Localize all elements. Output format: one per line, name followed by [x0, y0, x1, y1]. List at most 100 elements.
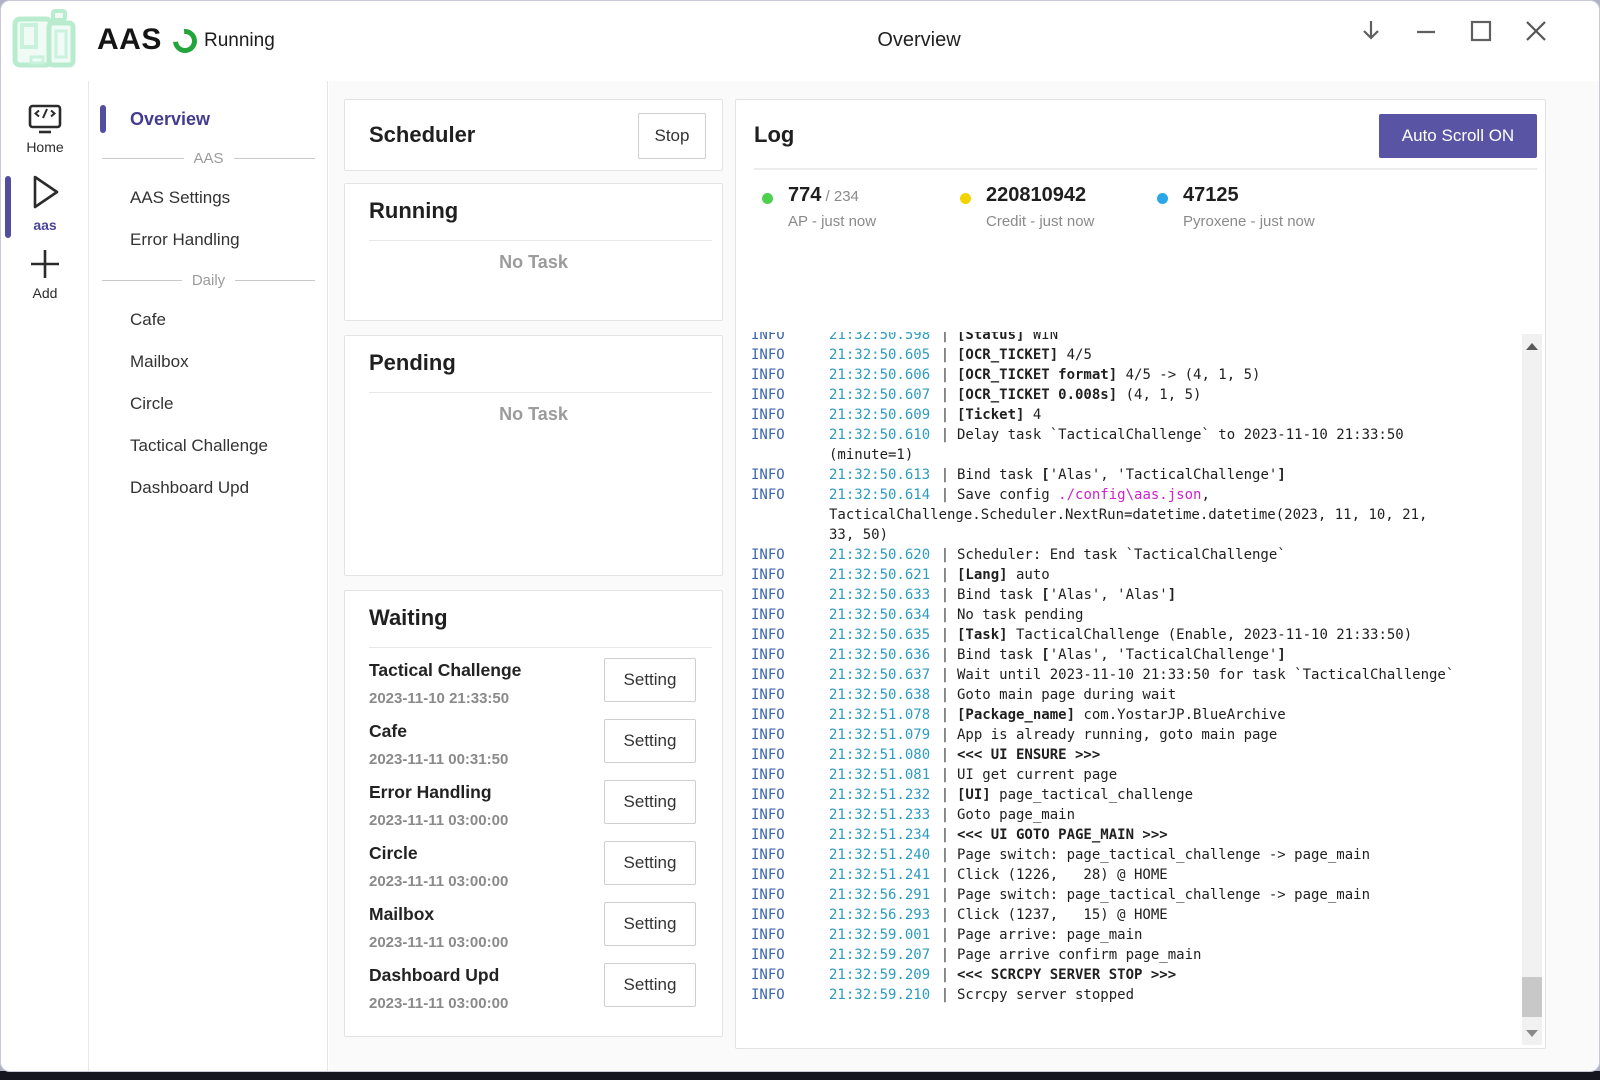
divider — [754, 168, 1537, 170]
log-line: INFO21:32:50.607|[OCR_TICKET 0.008s] (4,… — [751, 385, 1510, 405]
log-line: 33, 50) — [751, 525, 1510, 545]
waiting-task-row-mailbox: Mailbox2023-11-11 03:00:00Setting — [369, 904, 696, 960]
waiting-card: Waiting Tactical Challenge2023-11-10 21:… — [344, 590, 723, 1037]
log-line: INFO21:32:51.079|App is already running,… — [751, 725, 1510, 745]
log-line: INFO21:32:50.606|[OCR_TICKET format] 4/5… — [751, 365, 1510, 385]
running-empty-text: No Task — [345, 252, 722, 273]
log-stat-ap: 774 / 234AP - just now — [762, 184, 958, 230]
stat-dot-icon — [762, 193, 773, 204]
log-line: TacticalChallenge.Scheduler.NextRun=date… — [751, 505, 1510, 525]
log-line: INFO21:32:51.081|UI get current page — [751, 765, 1510, 785]
log-line: INFO21:32:50.635|[Task] TacticalChalleng… — [751, 625, 1510, 645]
rail-label-home: Home — [1, 139, 89, 155]
play-icon — [25, 171, 65, 213]
log-line: INFO21:32:51.241|Click (1226, 28) @ HOME — [751, 865, 1510, 885]
content-area: Scheduler Stop Running No Task Pending N… — [329, 81, 1599, 1071]
plus-icon — [28, 247, 62, 281]
rail-item-home[interactable]: Home — [1, 103, 89, 155]
stat-value: 47125 — [1183, 184, 1239, 206]
nav-item-mailbox[interactable]: Mailbox — [90, 341, 327, 383]
log-line: INFO21:32:59.001|Page arrive: page_main — [751, 925, 1510, 945]
log-card: Log Auto Scroll ON 774 / 234AP - just no… — [735, 99, 1546, 1049]
app-name: AAS — [97, 23, 162, 57]
nav-item-error-handling[interactable]: Error Handling — [90, 219, 327, 261]
waiting-task-row-dashboard-upd: Dashboard Upd2023-11-11 03:00:00Setting — [369, 965, 696, 1021]
log-line: INFO21:32:50.636|Bind task ['Alas', 'Tac… — [751, 645, 1510, 665]
setting-button-tactical-challenge[interactable]: Setting — [604, 658, 696, 702]
nav-section-daily: Daily — [90, 261, 327, 299]
setting-button-cafe[interactable]: Setting — [604, 719, 696, 763]
setting-button-dashboard-upd[interactable]: Setting — [604, 963, 696, 1007]
nav-item-overview[interactable]: Overview — [90, 99, 327, 139]
setting-button-circle[interactable]: Setting — [604, 841, 696, 885]
log-title: Log — [754, 122, 794, 148]
auto-scroll-button[interactable]: Auto Scroll ON — [1379, 114, 1537, 158]
home-monitor-icon — [27, 103, 63, 135]
stat-label: Credit - just now — [986, 213, 1156, 230]
setting-button-error-handling[interactable]: Setting — [604, 780, 696, 824]
pending-empty-text: No Task — [345, 404, 722, 425]
nav-item-circle[interactable]: Circle — [90, 383, 327, 425]
minimize-icon[interactable] — [1413, 18, 1439, 44]
log-stat-pyroxene: 47125Pyroxene - just now — [1157, 184, 1353, 230]
log-line: INFO21:32:51.080|<<< UI ENSURE >>> — [751, 745, 1510, 765]
log-line: INFO21:32:50.634|No task pending — [751, 605, 1510, 625]
log-line: INFO21:32:50.620|Scheduler: End task `Ta… — [751, 545, 1510, 565]
scheduler-title: Scheduler — [369, 122, 475, 148]
waiting-title: Waiting — [369, 605, 448, 631]
scrollbar-thumb[interactable] — [1522, 977, 1542, 1017]
stat-value: 220810942 — [986, 184, 1086, 206]
log-line: (minute=1) — [751, 445, 1510, 465]
waiting-task-row-circle: Circle2023-11-11 03:00:00Setting — [369, 843, 696, 899]
log-line: INFO21:32:56.293|Click (1237, 15) @ HOME — [751, 905, 1510, 925]
nav-section-label: Daily — [182, 272, 235, 289]
log-line: INFO21:32:51.233|Goto page_main — [751, 805, 1510, 825]
log-line: INFO21:32:50.610|Delay task `TacticalCha… — [751, 425, 1510, 445]
running-card: Running No Task — [344, 183, 723, 321]
nav-selected-indicator — [100, 105, 106, 133]
nav-item-cafe[interactable]: Cafe — [90, 299, 327, 341]
nav-item-label: Circle — [130, 394, 173, 414]
window-bottom-edge — [0, 1071, 1600, 1080]
nav-item-label: Tactical Challenge — [130, 436, 268, 456]
pending-title: Pending — [369, 350, 456, 376]
nav-item-label: Error Handling — [130, 230, 240, 250]
running-spinner-icon — [168, 24, 202, 58]
stop-button[interactable]: Stop — [638, 113, 706, 159]
download-update-icon[interactable] — [1358, 18, 1384, 44]
log-line: INFO21:32:50.605|[OCR_TICKET] 4/5 — [751, 345, 1510, 365]
waiting-task-row-tactical-challenge: Tactical Challenge2023-11-10 21:33:50Set… — [369, 660, 696, 716]
log-scrollbar[interactable] — [1522, 334, 1542, 1045]
log-line: INFO21:32:50.598|[Status] WIN — [751, 332, 1510, 345]
title-bar: AAS Running Overview — [1, 1, 1599, 81]
log-stat-credit: 220810942 Credit - just now — [960, 184, 1156, 230]
scheduler-card: Scheduler Stop — [344, 99, 723, 171]
setting-button-mailbox[interactable]: Setting — [604, 902, 696, 946]
nav-item-dashboard-upd[interactable]: Dashboard Upd — [90, 467, 327, 509]
stat-dot-icon — [1157, 193, 1168, 204]
log-viewer[interactable]: INFO21:32:50.598|[Status] WININFO21:32:5… — [737, 332, 1544, 1047]
rail-item-aas[interactable]: aas — [1, 171, 89, 233]
stat-suffix: / 234 — [821, 188, 859, 205]
nav-menu: OverviewAASAAS SettingsError HandlingDai… — [90, 81, 328, 1071]
maximize-icon[interactable] — [1468, 18, 1494, 44]
nav-item-tactical-challenge[interactable]: Tactical Challenge — [90, 425, 327, 467]
nav-item-label: Overview — [130, 109, 210, 130]
nav-item-aas-settings[interactable]: AAS Settings — [90, 177, 327, 219]
rail-item-add[interactable]: Add — [1, 247, 89, 301]
rail-label-aas: aas — [1, 217, 89, 233]
log-line: INFO21:32:50.633|Bind task ['Alas', 'Ala… — [751, 585, 1510, 605]
stat-label: AP - just now — [788, 213, 958, 230]
log-line: INFO21:32:50.638|Goto main page during w… — [751, 685, 1510, 705]
scheduler-status-label: Running — [204, 30, 275, 52]
divider — [369, 647, 712, 648]
log-line: INFO21:32:51.232|[UI] page_tactical_chal… — [751, 785, 1510, 805]
log-content: INFO21:32:50.598|[Status] WININFO21:32:5… — [737, 332, 1544, 1005]
close-icon[interactable] — [1523, 18, 1549, 44]
log-line: INFO21:32:51.234|<<< UI GOTO PAGE_MAIN >… — [751, 825, 1510, 845]
log-line: INFO21:32:56.291|Page switch: page_tacti… — [751, 885, 1510, 905]
scrollbar-up-arrow[interactable] — [1522, 336, 1542, 356]
log-line: INFO21:32:50.609|[Ticket] 4 — [751, 405, 1510, 425]
waiting-task-row-error-handling: Error Handling2023-11-11 03:00:00Setting — [369, 782, 696, 838]
scrollbar-down-arrow[interactable] — [1522, 1023, 1542, 1043]
